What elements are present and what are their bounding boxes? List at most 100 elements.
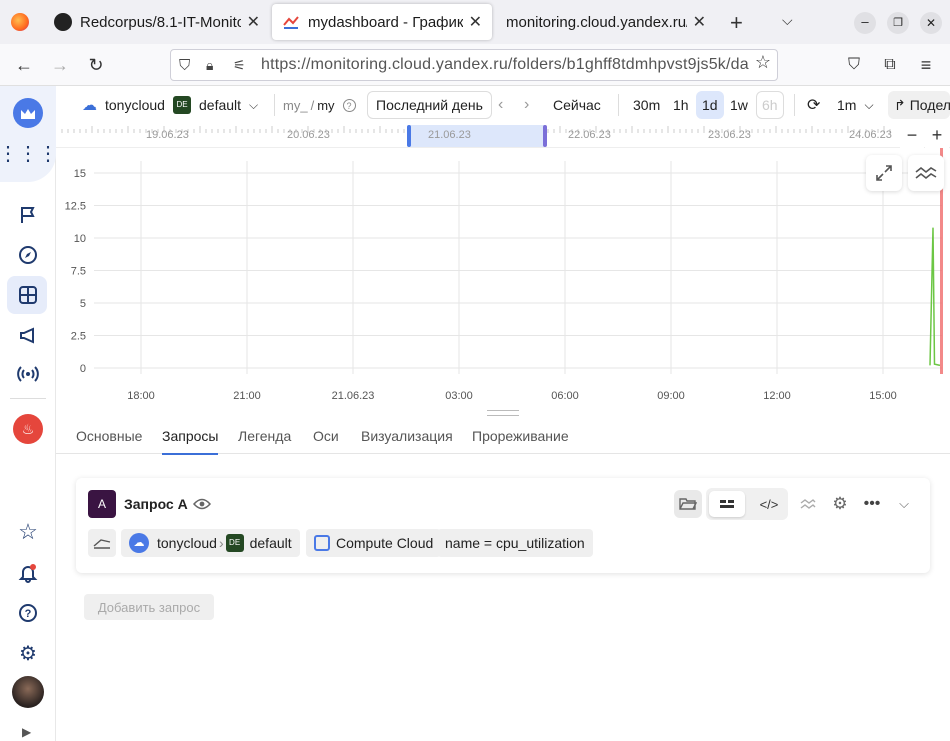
settings-gear-icon[interactable]: ⚙: [826, 490, 854, 518]
scale-30m[interactable]: 30m: [633, 86, 660, 124]
refresh-icon[interactable]: ⟳: [807, 86, 820, 124]
services-grid-icon[interactable]: ⋮⋮⋮: [0, 138, 58, 168]
cloud-selector[interactable]: ☁ tonycloud: [82, 86, 165, 124]
tab-axes[interactable]: Оси: [313, 428, 339, 453]
browser-tab-github[interactable]: Redcorpus/8.1-IT-Monito ✕: [44, 4, 270, 40]
breadcrumb-item[interactable]: my_: [283, 98, 308, 113]
metric-type-chip[interactable]: [88, 529, 116, 557]
timeline-handle-right[interactable]: [543, 125, 547, 147]
visual-mode-icon[interactable]: [709, 491, 745, 517]
folder-badge: DE: [225, 534, 244, 552]
chevron-right-icon: ›: [218, 535, 224, 551]
time-range-button[interactable]: Последний день: [367, 91, 492, 119]
header-divider: [794, 94, 795, 116]
forward-arrow-icon[interactable]: →: [47, 52, 73, 78]
fullscreen-button[interactable]: [866, 155, 902, 191]
chart-icon: [282, 13, 300, 31]
add-query-button[interactable]: Добавить запрос: [84, 594, 214, 620]
maximize-button[interactable]: ❐: [887, 12, 909, 34]
expand-sidebar-icon[interactable]: ▶: [22, 725, 31, 739]
close-window-button[interactable]: ✕: [920, 12, 942, 34]
tab-legend[interactable]: Легенда: [238, 428, 291, 453]
megaphone-icon[interactable]: [13, 320, 43, 350]
zoom-out-button[interactable]: −: [900, 124, 924, 148]
help-circle-icon[interactable]: ?: [342, 98, 356, 112]
new-tab-button[interactable]: +: [730, 10, 743, 36]
folder-open-icon[interactable]: [674, 490, 702, 518]
cloud-folder-chip[interactable]: ☁ tonycloud › DE default: [121, 529, 300, 557]
y-tick-label: 0: [80, 363, 86, 375]
header-divider: [618, 94, 619, 116]
bookmark-star-icon[interactable]: ☆: [754, 52, 771, 73]
tab-queries[interactable]: Запросы: [162, 428, 219, 455]
zoom-in-button[interactable]: +: [925, 124, 949, 148]
settings-gear-icon[interactable]: ⚙: [13, 638, 43, 668]
url-text[interactable]: https://monitoring.cloud.yandex.ru/folde…: [261, 56, 749, 74]
close-icon[interactable]: ✕: [247, 12, 260, 32]
tab-list-chevron-icon[interactable]: ⌵: [782, 12, 793, 29]
share-button[interactable]: ↱ Подел: [888, 91, 950, 119]
scale-6h[interactable]: 6h: [756, 91, 784, 119]
folder-name: default: [249, 535, 292, 551]
back-arrow-icon[interactable]: ←: [11, 52, 37, 78]
monitoring-logo-icon[interactable]: [13, 98, 43, 128]
close-icon[interactable]: ✕: [693, 12, 706, 32]
breadcrumb-separator: /: [310, 97, 315, 113]
dashboards-icon[interactable]: [13, 280, 43, 310]
wave-lines-icon[interactable]: [794, 490, 822, 518]
tab-visualization[interactable]: Визуализация: [361, 428, 453, 453]
eye-icon[interactable]: [188, 490, 216, 518]
selector-chip[interactable]: name = cpu_utilization: [437, 529, 593, 557]
browser-tab-monitoring[interactable]: monitoring.cloud.yandex.ru/ ✕: [496, 4, 716, 40]
share-label: Подел: [909, 97, 950, 113]
resize-handle[interactable]: [487, 410, 519, 416]
scale-1h[interactable]: 1h: [673, 86, 689, 124]
scale-1d[interactable]: 1d: [696, 91, 724, 119]
tl-date: 19.06.23: [146, 129, 189, 141]
chevron-down-icon[interactable]: ⌵: [890, 490, 918, 518]
minimize-button[interactable]: –: [854, 12, 876, 34]
url-bar[interactable]: ⛉ 🔒︎ ⚟ https://monitoring.cloud.yandex.r…: [170, 49, 778, 81]
query-badge: A: [88, 490, 116, 518]
tl-date: 20.06.23: [287, 129, 330, 141]
chart-type-button[interactable]: [908, 155, 944, 191]
avatar[interactable]: [12, 676, 44, 708]
menu-icon[interactable]: ≡: [913, 52, 939, 78]
flag-icon[interactable]: [13, 200, 43, 230]
y-tick-label: 2.5: [71, 331, 86, 343]
scale-1w[interactable]: 1w: [730, 86, 748, 124]
breadcrumb-item[interactable]: my: [317, 98, 334, 113]
compass-icon[interactable]: [13, 240, 43, 270]
tab-downsampling[interactable]: Прореживание: [472, 428, 569, 453]
pocket-icon[interactable]: ⛉: [841, 52, 867, 78]
tab-main[interactable]: Основные: [76, 428, 142, 453]
series-line[interactable]: [929, 227, 941, 367]
service-chip[interactable]: Compute Cloud: [306, 529, 442, 557]
prometheus-icon[interactable]: ♨: [13, 414, 43, 444]
tl-date: 22.06.23: [568, 129, 611, 141]
chart-area[interactable]: 15 12.5 10 7.5 5 2.5 0 18:00 21:00 21.06.23 03:00 0…: [56, 148, 950, 416]
timeline-handle-left[interactable]: [407, 125, 411, 147]
more-dots-icon[interactable]: •••: [858, 490, 886, 518]
notifications-bell-icon[interactable]: [13, 558, 43, 588]
tl-date: 24.06.23: [849, 129, 892, 141]
browser-tab-bar: Redcorpus/8.1-IT-Monito ✕ mydashboard - …: [0, 0, 950, 44]
firefox-icon[interactable]: [11, 13, 29, 31]
close-icon[interactable]: ✕: [469, 12, 482, 32]
code-mode-icon[interactable]: </>: [755, 490, 783, 518]
next-range-chevron-icon[interactable]: ›: [524, 86, 529, 124]
chevron-down-icon: ⌵: [864, 97, 874, 112]
prev-range-chevron-icon[interactable]: ‹: [498, 86, 503, 124]
now-button[interactable]: Сейчас: [553, 86, 601, 124]
star-icon[interactable]: ☆: [13, 517, 43, 547]
broadcast-icon[interactable]: [13, 359, 43, 389]
refresh-interval-select[interactable]: 1m ⌵: [837, 86, 874, 124]
extensions-icon[interactable]: ⧉: [877, 52, 903, 78]
timeline-ruler[interactable]: 19.06.23 20.06.23 21.06.23 22.06.23 23.0…: [56, 124, 950, 148]
x-tick-label: 21:00: [233, 390, 261, 402]
browser-nav-bar: ← → ↻ ⛉ 🔒︎ ⚟ https://monitoring.cloud.ya…: [0, 44, 950, 86]
folder-selector[interactable]: DE default ⌵: [173, 86, 258, 124]
help-icon[interactable]: ?: [13, 598, 43, 628]
browser-tab-dashboard[interactable]: mydashboard - Графики ✕: [272, 4, 492, 40]
reload-icon[interactable]: ↻: [83, 52, 109, 78]
